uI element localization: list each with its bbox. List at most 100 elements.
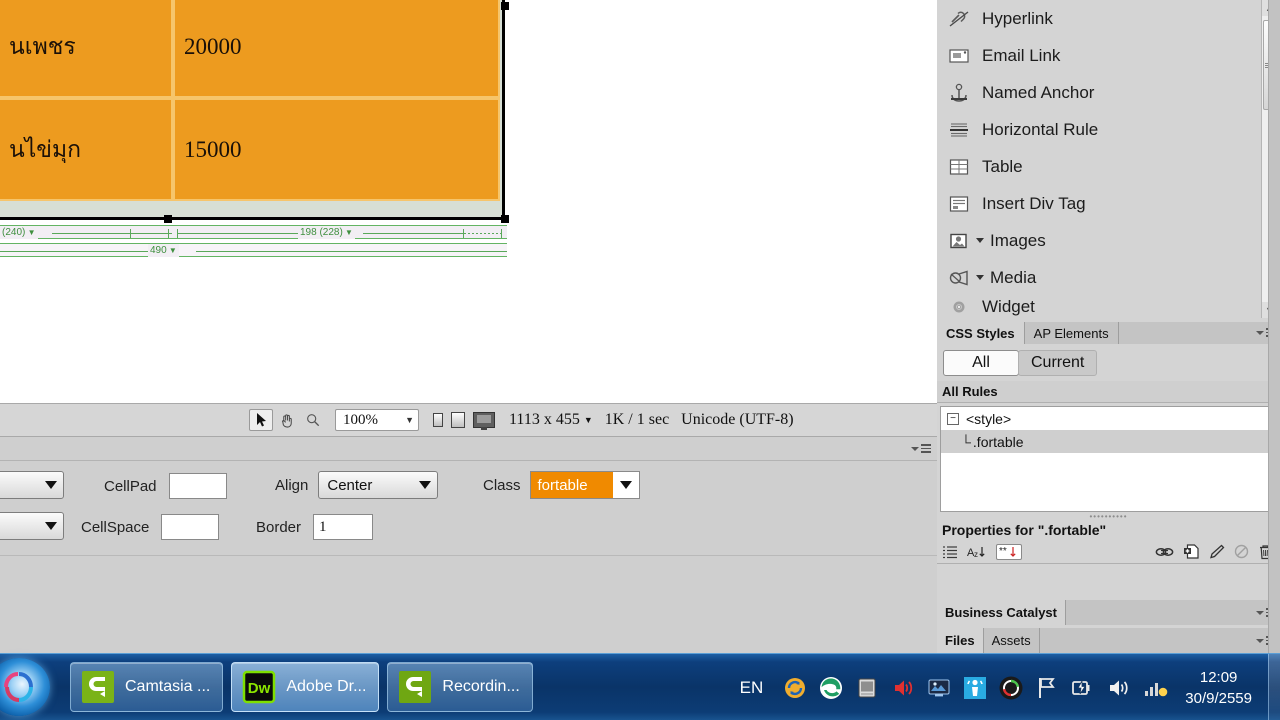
scope-current-button[interactable]: Current [1018, 350, 1098, 376]
new-css-rule-icon[interactable] [1183, 544, 1200, 559]
panel-options-menu-icon[interactable] [911, 443, 931, 454]
language-indicator[interactable]: EN [740, 678, 764, 698]
zoom-tool-button[interactable] [301, 409, 325, 431]
rule-row-fortable[interactable]: └ .fortable [941, 430, 1276, 453]
insert-item-media[interactable]: Media [937, 259, 1280, 296]
horizontal-rule-icon [946, 119, 972, 141]
tab-ap-elements[interactable]: AP Elements [1024, 322, 1119, 344]
table-total-width-label[interactable]: 490 ▼ [148, 244, 179, 257]
table-column-width-ruler[interactable]: (240) ▼ 198 (228) ▼ [0, 225, 507, 239]
window-size-readout[interactable]: 1113 x 455 ▼ [509, 411, 593, 429]
table-cell-name[interactable]: นเพชร [0, 0, 173, 98]
property-inspector-titlebar [0, 437, 937, 461]
taskbar-button-camtasia[interactable]: Camtasia ... [70, 662, 224, 712]
insert-item-insert-div-tag[interactable]: Insert Div Tag [937, 185, 1280, 222]
display-icon[interactable] [854, 675, 880, 701]
selection-handle-bottom-middle[interactable] [164, 215, 172, 223]
network-share-icon[interactable] [962, 675, 988, 701]
tablet-size-button[interactable] [451, 412, 465, 428]
align-field-group: Align Center [275, 471, 439, 499]
volume-mute-icon[interactable] [890, 675, 916, 701]
vertical-dock-strip[interactable] [1268, 0, 1280, 653]
hand-tool-button[interactable] [275, 409, 299, 431]
collapse-expander-icon[interactable]: − [947, 412, 959, 425]
disable-property-icon[interactable] [1234, 544, 1249, 559]
signal-strength-icon[interactable] [1142, 675, 1168, 701]
antivirus-icon[interactable] [998, 675, 1024, 701]
files-tabstrip-filler [1039, 628, 1280, 653]
tab-business-catalyst[interactable]: Business Catalyst [937, 600, 1066, 625]
window-size-presets [433, 412, 495, 430]
system-tray: EN 12:09 30/9/2559 [740, 654, 1280, 720]
category-view-icon[interactable] [942, 545, 958, 559]
cellpad-input[interactable] [168, 473, 227, 499]
edge-browser-icon[interactable] [818, 675, 844, 701]
mobile-size-button[interactable] [433, 413, 443, 427]
rule-row-style[interactable]: − <style> [941, 407, 1276, 430]
tab-files[interactable]: Files [937, 628, 984, 653]
class-select[interactable]: fortable [529, 471, 640, 499]
svg-text:z: z [974, 550, 978, 559]
table-cell-price[interactable]: 20000 [173, 0, 500, 98]
chevron-down-icon[interactable] [976, 275, 984, 280]
table-rows-select[interactable]: و [0, 471, 64, 499]
insert-item-table[interactable]: Table [937, 148, 1280, 185]
battery-charging-icon[interactable] [1070, 675, 1096, 701]
media-icon [946, 267, 972, 289]
taskbar-button-recording[interactable]: Recordin... [387, 662, 533, 712]
taskbar-button-label: Recordin... [442, 678, 520, 695]
business-catalyst-panel-bar: Business Catalyst [937, 600, 1280, 625]
insert-item-images[interactable]: Images [937, 222, 1280, 259]
start-button[interactable] [0, 658, 50, 716]
selected-table-wrapper[interactable]: นเพชร 20000 นไข่มุก 15000 [0, 0, 509, 223]
cellspace-input[interactable] [161, 514, 220, 540]
insert-item-widget[interactable]: Widget [937, 296, 1280, 318]
table-cell-name[interactable]: นไข่มุก [0, 98, 173, 201]
action-flag-icon[interactable] [1034, 675, 1060, 701]
insert-item-named-anchor[interactable]: Named Anchor [937, 74, 1280, 111]
chevron-down-icon[interactable] [976, 238, 984, 243]
col1-width-label[interactable]: (240) ▼ [0, 226, 38, 239]
insert-item-email-link[interactable]: Email Link [937, 37, 1280, 74]
taskbar-clock[interactable]: 12:09 30/9/2559 [1185, 667, 1252, 709]
insert-item-label: Named Anchor [982, 82, 1095, 102]
panel-resize-grip[interactable]: •••••••••• [937, 512, 1280, 521]
border-input[interactable] [313, 514, 374, 540]
zoom-level-value: 100% [343, 411, 378, 428]
monitor-icon[interactable] [926, 675, 952, 701]
table-total-width-ruler[interactable]: 490 ▼ [0, 243, 507, 257]
edit-rule-icon[interactable] [1209, 544, 1225, 559]
table-cols-select[interactable] [0, 512, 64, 540]
taskbar-button-dreamweaver[interactable]: Dw Adobe Dr... [231, 662, 380, 712]
chevron-down-icon[interactable] [613, 481, 639, 489]
css-rules-list[interactable]: − <style> └ .fortable [940, 406, 1277, 512]
css-properties-toolbar: Az ** [937, 540, 1280, 564]
align-select[interactable]: Center [318, 471, 439, 499]
table-row[interactable]: นไข่มุก 15000 [0, 98, 500, 201]
css-scope-toggle: All Current [937, 344, 1280, 381]
speaker-icon[interactable] [1106, 675, 1132, 701]
alphabetical-view-icon[interactable]: Az [967, 545, 987, 559]
show-desktop-button[interactable] [1268, 654, 1280, 720]
set-properties-view-icon[interactable]: ** [996, 543, 1022, 560]
windows-update-icon[interactable] [782, 675, 808, 701]
attach-style-sheet-icon[interactable] [1155, 545, 1174, 559]
tab-css-styles[interactable]: CSS Styles [937, 322, 1025, 344]
selection-handle-bottom-right[interactable] [501, 215, 509, 223]
desktop-size-button[interactable] [473, 412, 495, 430]
zoom-level-select[interactable]: 100% ▼ [335, 409, 419, 431]
right-panel-dock: Hyperlink Email Link Named Anchor Horizo… [937, 0, 1280, 653]
insert-item-label: Media [990, 267, 1037, 287]
table-cell-price[interactable]: 15000 [173, 98, 500, 201]
scope-all-button[interactable]: All [943, 350, 1019, 376]
col2-width-label[interactable]: 198 (228) ▼ [298, 226, 355, 239]
insert-item-horizontal-rule[interactable]: Horizontal Rule [937, 111, 1280, 148]
svg-text:**: ** [999, 546, 1007, 557]
table-row[interactable]: นเพชร 20000 [0, 0, 500, 98]
insert-item-hyperlink[interactable]: Hyperlink [937, 0, 1280, 37]
tab-assets[interactable]: Assets [983, 628, 1040, 653]
design-canvas[interactable]: นเพชร 20000 นไข่มุก 15000 (240) ▼ 198 (2… [0, 0, 937, 403]
select-tool-button[interactable] [249, 409, 273, 431]
selection-handle-top-right[interactable] [501, 2, 509, 10]
data-table[interactable]: นเพชร 20000 นไข่มุก 15000 [0, 0, 500, 201]
